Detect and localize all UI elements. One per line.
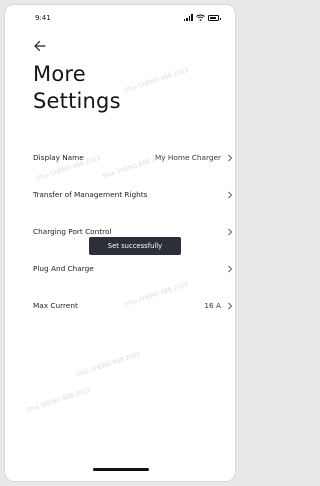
status-icons [183,13,221,21]
setting-label: Plug And Charge [33,264,94,273]
home-indicator[interactable] [93,468,149,471]
toast-message: Set successfully [89,237,181,255]
setting-row-display-name[interactable]: Display Name My Home Charger [33,139,233,176]
watermark: Shui SHENG 888 2023 [25,386,92,415]
setting-label: Display Name [33,153,84,162]
status-time: 9:41 [35,14,51,22]
status-bar: 9:41 [5,5,235,31]
chevron-right-icon [228,302,233,309]
page-title-line2: Settings [33,89,121,113]
chevron-right-icon [228,265,233,272]
setting-row-max-current[interactable]: Max Current 16 A [33,287,233,324]
phone-screen: 9:41 More Settings Display Name My Home … [4,4,236,482]
chevron-right-icon [228,154,233,161]
setting-label: Max Current [33,301,78,310]
chevron-right-icon [228,191,233,198]
page-title: More Settings [33,61,203,115]
page-title-line1: More [33,62,86,86]
setting-value: 16 A [204,301,221,310]
setting-label: Charging Port Control [33,227,112,236]
setting-row-plug-and-charge[interactable]: Plug And Charge [33,250,233,287]
setting-label: Transfer of Management Rights [33,190,148,199]
setting-value: My Home Charger [155,153,221,162]
chevron-right-icon [228,228,233,235]
settings-list: Display Name My Home Charger Transfer of… [33,139,233,324]
back-arrow-icon[interactable] [33,39,47,53]
setting-row-transfer-rights[interactable]: Transfer of Management Rights [33,176,233,213]
watermark: Shui SHENG 888 2023 [75,350,142,379]
wifi-icon [196,14,205,21]
battery-icon [208,15,221,21]
signal-icon [183,14,193,21]
